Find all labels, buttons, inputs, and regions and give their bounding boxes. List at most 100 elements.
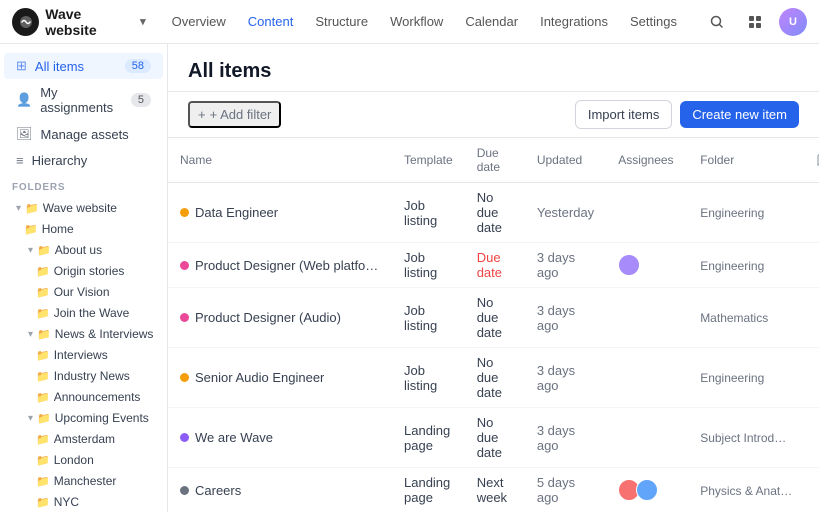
folder-icon: 📁: [36, 454, 50, 467]
tree-label: Home: [42, 222, 155, 236]
due-date: No due date: [477, 355, 502, 400]
tree-item-wave-website[interactable]: ▾📁Wave website: [4, 198, 163, 218]
table-row[interactable]: Product Designer (Audio) Job listing No …: [168, 288, 819, 348]
tree-item-news-interviews[interactable]: ▾📁News & Interviews: [4, 324, 163, 344]
tree-label: Amsterdam: [54, 432, 155, 446]
nav-link-workflow[interactable]: Workflow: [380, 10, 453, 33]
tree-item-home[interactable]: 📁 Home: [4, 219, 163, 239]
item-name-cell: Product Designer (Web platfor…: [168, 243, 392, 288]
sidebar: ⊞All items58👤My assignments5🖼Manage asse…: [0, 44, 168, 512]
item-due-cell: No due date: [465, 348, 525, 408]
nav-link-overview[interactable]: Overview: [162, 10, 236, 33]
due-date: No due date: [477, 295, 502, 340]
item-folder-cell: Subject Introd…: [688, 408, 804, 468]
sidebar-item-my-assignments[interactable]: 👤My assignments5: [4, 80, 163, 120]
tree-label: Industry News: [54, 369, 155, 383]
tree-item-amsterdam[interactable]: 📁Amsterdam: [4, 429, 163, 449]
nav-link-integrations[interactable]: Integrations: [530, 10, 618, 33]
folder-icon: 📁: [24, 223, 38, 236]
item-comments-cell: 1: [804, 183, 819, 243]
sidebar-icon: 👤: [16, 92, 32, 108]
top-nav: Wave website ▾ OverviewContentStructureW…: [0, 0, 819, 44]
tree-label: About us: [55, 243, 155, 257]
item-template-cell: Job listing: [392, 243, 465, 288]
tree-label: London: [54, 453, 155, 467]
item-assignees-cell: [606, 183, 688, 243]
tree-label: Upcoming Events: [55, 411, 155, 425]
col-header-due: Due date: [465, 138, 525, 183]
item-comments-cell: 2: [804, 243, 819, 288]
item-folder-cell: Physics & Anat…: [688, 468, 804, 512]
item-updated-cell: 3 days ago: [525, 348, 606, 408]
tree-item-interviews[interactable]: 📁Interviews: [4, 345, 163, 365]
folder-icon: 📁: [37, 412, 51, 425]
item-name-text: Product Designer (Audio): [195, 310, 341, 325]
tree-label: Wave website: [43, 201, 155, 215]
col-header-comments: [804, 138, 819, 183]
table-row[interactable]: Senior Audio Engineer Job listing No due…: [168, 348, 819, 408]
sidebar-item-all-items[interactable]: ⊞All items58: [4, 53, 163, 79]
nav-link-settings[interactable]: Settings: [620, 10, 687, 33]
main-layout: ⊞All items58👤My assignments5🖼Manage asse…: [0, 44, 819, 512]
grid-button[interactable]: [741, 8, 769, 36]
tree-label: Our Vision: [54, 285, 155, 299]
table-row[interactable]: Product Designer (Web platfor… Job listi…: [168, 243, 819, 288]
folder-text: Engineering: [700, 259, 764, 273]
user-avatar[interactable]: U: [779, 8, 807, 36]
create-button[interactable]: Create new item: [680, 101, 799, 128]
table-row[interactable]: Data Engineer Job listing No due date Ye…: [168, 183, 819, 243]
table-row[interactable]: We are Wave Landing page No due date 3 d…: [168, 408, 819, 468]
tree-item-join-the-wave[interactable]: 📁Join the Wave: [4, 303, 163, 323]
table-row[interactable]: Careers Landing page Next week 5 days ag…: [168, 468, 819, 512]
item-due-cell: Due date: [465, 243, 525, 288]
item-folder-cell: Engineering: [688, 243, 804, 288]
tree-label: NYC: [54, 495, 155, 509]
folder-text: Mathematics: [700, 311, 768, 325]
item-updated-cell: 3 days ago: [525, 408, 606, 468]
sidebar-item-manage-assets[interactable]: 🖼 Manage assets: [4, 121, 163, 147]
sidebar-item-hierarchy[interactable]: ≡Hierarchy: [4, 148, 163, 173]
item-comments-cell: [804, 348, 819, 408]
folder-icon: 📁: [36, 496, 50, 509]
assignee-avatar: [636, 479, 658, 501]
app-name: Wave website: [45, 6, 134, 38]
search-button[interactable]: [703, 8, 731, 36]
app-chevron: ▾: [140, 15, 146, 28]
sidebar-icon: 🖼: [16, 126, 33, 142]
app-logo[interactable]: Wave website ▾: [12, 6, 146, 38]
folder-icon: 📁: [25, 202, 39, 215]
folder-icon: 📁: [36, 307, 50, 320]
tree-label: Origin stories: [54, 264, 155, 278]
nav-link-calendar[interactable]: Calendar: [455, 10, 528, 33]
nav-link-content[interactable]: Content: [238, 10, 304, 33]
tree-label: News & Interviews: [55, 327, 155, 341]
tree-label: Manchester: [54, 474, 155, 488]
nav-link-structure[interactable]: Structure: [305, 10, 378, 33]
tree-item-about-us[interactable]: ▾📁About us: [4, 240, 163, 260]
sidebar-label: Manage assets: [41, 127, 129, 142]
add-filter-button[interactable]: + + Add filter: [188, 101, 281, 128]
sidebar-badge: 58: [125, 59, 151, 73]
tree-item-upcoming-events[interactable]: ▾📁Upcoming Events: [4, 408, 163, 428]
due-date: Next week: [477, 475, 507, 505]
item-updated-cell: 3 days ago: [525, 288, 606, 348]
item-folder-cell: Engineering: [688, 183, 804, 243]
tree-item-announcements[interactable]: 📁Announcements: [4, 387, 163, 407]
tree-item-london[interactable]: 📁 London: [4, 450, 163, 470]
tree-chevron: ▾: [28, 245, 33, 256]
due-date: Due date: [477, 250, 502, 280]
col-header-template: Template: [392, 138, 465, 183]
tree-item-our-vision[interactable]: 📁Our Vision: [4, 282, 163, 302]
tree-item-nyc[interactable]: 📁 NYC: [4, 492, 163, 512]
col-header-updated: Updated: [525, 138, 606, 183]
folders-label: FOLDERS: [0, 174, 167, 197]
tree-item-manchester[interactable]: 📁Manchester: [4, 471, 163, 491]
tree-item-origin-stories[interactable]: 📁Origin stories: [4, 261, 163, 281]
sidebar-label: My assignments: [40, 85, 123, 115]
items-table: Name Template Due date Updated Assignees…: [168, 138, 819, 512]
tree-label: Interviews: [54, 348, 155, 362]
main-header: All items: [168, 44, 819, 92]
folder-icon: 📁: [37, 328, 51, 341]
tree-item-industry-news[interactable]: 📁Industry News: [4, 366, 163, 386]
import-button[interactable]: Import items: [575, 100, 673, 129]
